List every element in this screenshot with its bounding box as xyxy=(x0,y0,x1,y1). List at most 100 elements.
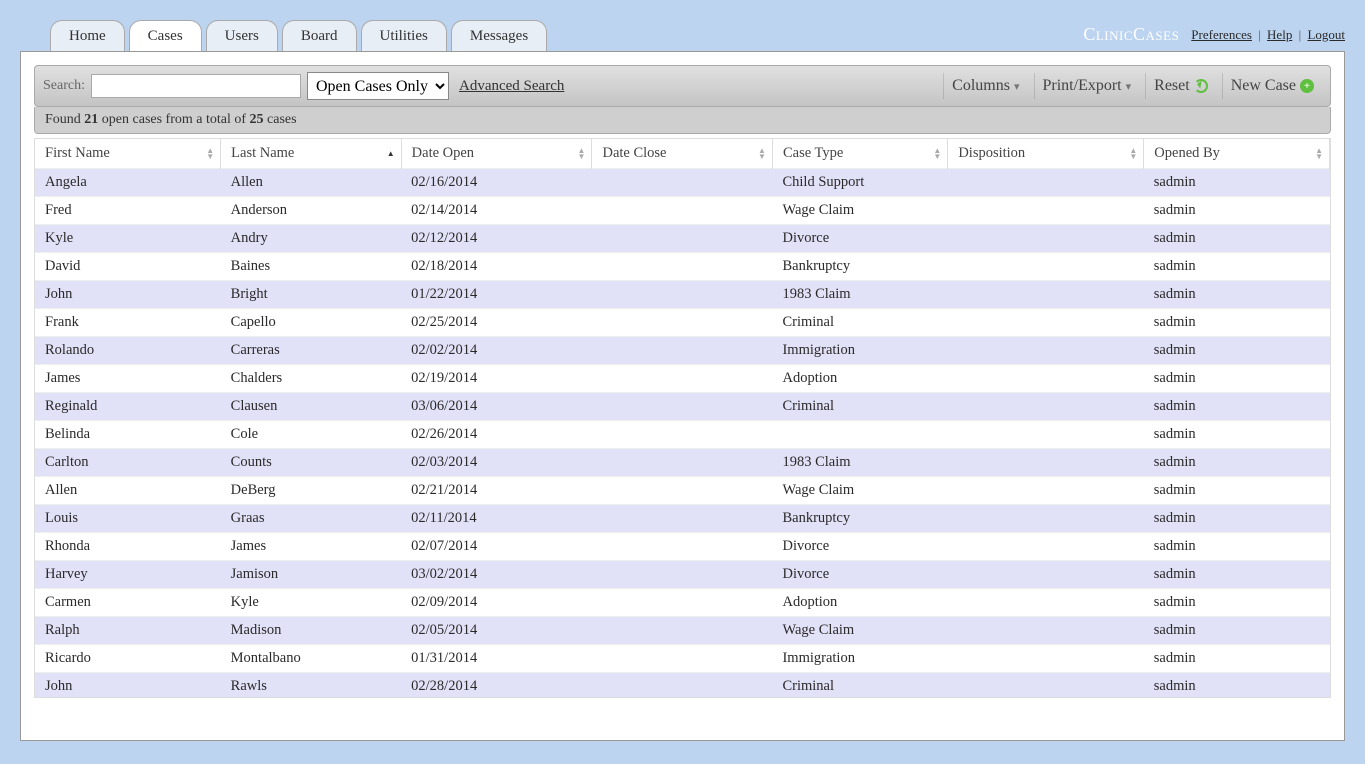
table-row[interactable]: RicardoMontalbano01/31/2014Immigrationsa… xyxy=(35,645,1330,673)
table-row[interactable]: RolandoCarreras02/02/2014Immigrationsadm… xyxy=(35,337,1330,365)
table-row[interactable]: JamesChalders02/19/2014Adoptionsadmin xyxy=(35,365,1330,393)
cell-opened_by: sadmin xyxy=(1144,421,1330,449)
table-row[interactable]: FredAnderson02/14/2014Wage Claimsadmin xyxy=(35,197,1330,225)
tab-cases[interactable]: Cases xyxy=(129,20,202,51)
filter-select[interactable]: Open Cases Only xyxy=(307,72,449,100)
tab-users[interactable]: Users xyxy=(206,20,278,51)
table-row[interactable]: HarveyJamison03/02/2014Divorcesadmin xyxy=(35,561,1330,589)
cell-date_open: 02/09/2014 xyxy=(401,589,592,617)
cell-date_open: 01/22/2014 xyxy=(401,281,592,309)
cell-last_name: Allen xyxy=(221,169,402,197)
cell-date_open: 02/25/2014 xyxy=(401,309,592,337)
cell-first_name: Carmen xyxy=(35,589,221,617)
col-header-case_type[interactable]: Case Type▲▼ xyxy=(772,139,947,169)
cell-last_name: Anderson xyxy=(221,197,402,225)
print-export-button[interactable]: Print/Export ▾ xyxy=(1034,73,1140,99)
cell-last_name: DeBerg xyxy=(221,477,402,505)
cell-case_type: 1983 Claim xyxy=(772,281,947,309)
table-row[interactable]: JohnBright01/22/20141983 Claimsadmin xyxy=(35,281,1330,309)
table-row[interactable]: BelindaCole02/26/2014sadmin xyxy=(35,421,1330,449)
table-row[interactable]: RhondaJames02/07/2014Divorcesadmin xyxy=(35,533,1330,561)
table-row[interactable]: AllenDeBerg02/21/2014Wage Claimsadmin xyxy=(35,477,1330,505)
cell-date_open: 01/31/2014 xyxy=(401,645,592,673)
cell-date_close xyxy=(592,225,773,253)
cell-date_close xyxy=(592,253,773,281)
cell-opened_by: sadmin xyxy=(1144,393,1330,421)
table-row[interactable]: CarmenKyle02/09/2014Adoptionsadmin xyxy=(35,589,1330,617)
cell-date_open: 02/28/2014 xyxy=(401,673,592,699)
cell-date_open: 02/05/2014 xyxy=(401,617,592,645)
cell-last_name: Cole xyxy=(221,421,402,449)
col-header-first_name[interactable]: First Name▲▼ xyxy=(35,139,221,169)
table-row[interactable]: LouisGraas02/11/2014Bankruptcysadmin xyxy=(35,505,1330,533)
cell-disposition xyxy=(948,337,1144,365)
cell-case_type: Adoption xyxy=(772,365,947,393)
cell-last_name: James xyxy=(221,533,402,561)
search-input[interactable] xyxy=(91,74,301,98)
preferences-link[interactable]: Preferences xyxy=(1191,27,1252,42)
cell-date_close xyxy=(592,449,773,477)
columns-button[interactable]: Columns ▾ xyxy=(943,73,1027,99)
sort-icon: ▲▼ xyxy=(758,148,766,160)
new-case-button[interactable]: New Case + xyxy=(1222,73,1322,99)
sort-icon: ▲ xyxy=(387,151,395,157)
col-header-last_name[interactable]: Last Name▲ xyxy=(221,139,402,169)
cell-date_open: 02/03/2014 xyxy=(401,449,592,477)
cell-first_name: David xyxy=(35,253,221,281)
cell-opened_by: sadmin xyxy=(1144,337,1330,365)
logout-link[interactable]: Logout xyxy=(1307,27,1345,42)
cell-last_name: Chalders xyxy=(221,365,402,393)
table-row[interactable]: RalphMadison02/05/2014 Wage Claim sadmin xyxy=(35,617,1330,645)
cell-last_name: Jamison xyxy=(221,561,402,589)
tab-board[interactable]: Board xyxy=(282,20,357,51)
cell-disposition xyxy=(948,449,1144,477)
table-row[interactable]: CarltonCounts02/03/20141983 Claimsadmin xyxy=(35,449,1330,477)
cell-first_name: James xyxy=(35,365,221,393)
cell-date_close xyxy=(592,197,773,225)
cell-date_close xyxy=(592,561,773,589)
cell-date_open: 02/11/2014 xyxy=(401,505,592,533)
advanced-search-link[interactable]: Advanced Search xyxy=(459,78,564,95)
cell-last_name: Capello xyxy=(221,309,402,337)
col-header-opened_by[interactable]: Opened By▲▼ xyxy=(1144,139,1330,169)
col-header-date_open[interactable]: Date Open▲▼ xyxy=(401,139,592,169)
cell-last_name: Madison xyxy=(221,617,402,645)
cell-first_name: Ralph xyxy=(35,617,221,645)
table-row[interactable]: KyleAndry02/12/2014Divorcesadmin xyxy=(35,225,1330,253)
cell-date_open: 02/18/2014 xyxy=(401,253,592,281)
sort-icon: ▲▼ xyxy=(1315,148,1323,160)
reset-button[interactable]: Reset xyxy=(1145,73,1216,99)
table-row[interactable]: FrankCapello02/25/2014Criminalsadmin xyxy=(35,309,1330,337)
cell-date_close xyxy=(592,421,773,449)
cell-case_type: Wage Claim xyxy=(772,617,947,645)
table-row[interactable]: AngelaAllen02/16/2014Child Supportsadmin xyxy=(35,169,1330,197)
cell-disposition xyxy=(948,253,1144,281)
cell-date_close xyxy=(592,477,773,505)
cell-first_name: John xyxy=(35,281,221,309)
table-row[interactable]: ReginaldClausen03/06/2014Criminalsadmin xyxy=(35,393,1330,421)
cell-case_type: Wage Claim xyxy=(772,477,947,505)
cell-disposition xyxy=(948,561,1144,589)
cell-case_type: Child Support xyxy=(772,169,947,197)
cell-last_name: Carreras xyxy=(221,337,402,365)
table-row[interactable]: JohnRawls02/28/2014Criminalsadmin xyxy=(35,673,1330,699)
cell-date_close xyxy=(592,645,773,673)
table-row[interactable]: DavidBaines02/18/2014Bankruptcysadmin xyxy=(35,253,1330,281)
cell-first_name: Kyle xyxy=(35,225,221,253)
cell-opened_by: sadmin xyxy=(1144,253,1330,281)
sort-icon: ▲▼ xyxy=(206,148,214,160)
col-header-disposition[interactable]: Disposition▲▼ xyxy=(948,139,1144,169)
nav-tabs: HomeCasesUsersBoardUtilitiesMessages xyxy=(50,20,547,51)
col-header-date_close[interactable]: Date Close▲▼ xyxy=(592,139,773,169)
cell-date_close xyxy=(592,309,773,337)
cell-last_name: Montalbano xyxy=(221,645,402,673)
cell-first_name: Allen xyxy=(35,477,221,505)
tab-home[interactable]: Home xyxy=(50,20,125,51)
tab-utilities[interactable]: Utilities xyxy=(361,20,447,51)
tab-messages[interactable]: Messages xyxy=(451,20,547,51)
cell-case_type xyxy=(772,421,947,449)
cell-last_name: Graas xyxy=(221,505,402,533)
cell-opened_by: sadmin xyxy=(1144,617,1330,645)
help-link[interactable]: Help xyxy=(1267,27,1292,42)
table-scroll[interactable]: First Name▲▼Last Name▲Date Open▲▼Date Cl… xyxy=(34,138,1331,698)
